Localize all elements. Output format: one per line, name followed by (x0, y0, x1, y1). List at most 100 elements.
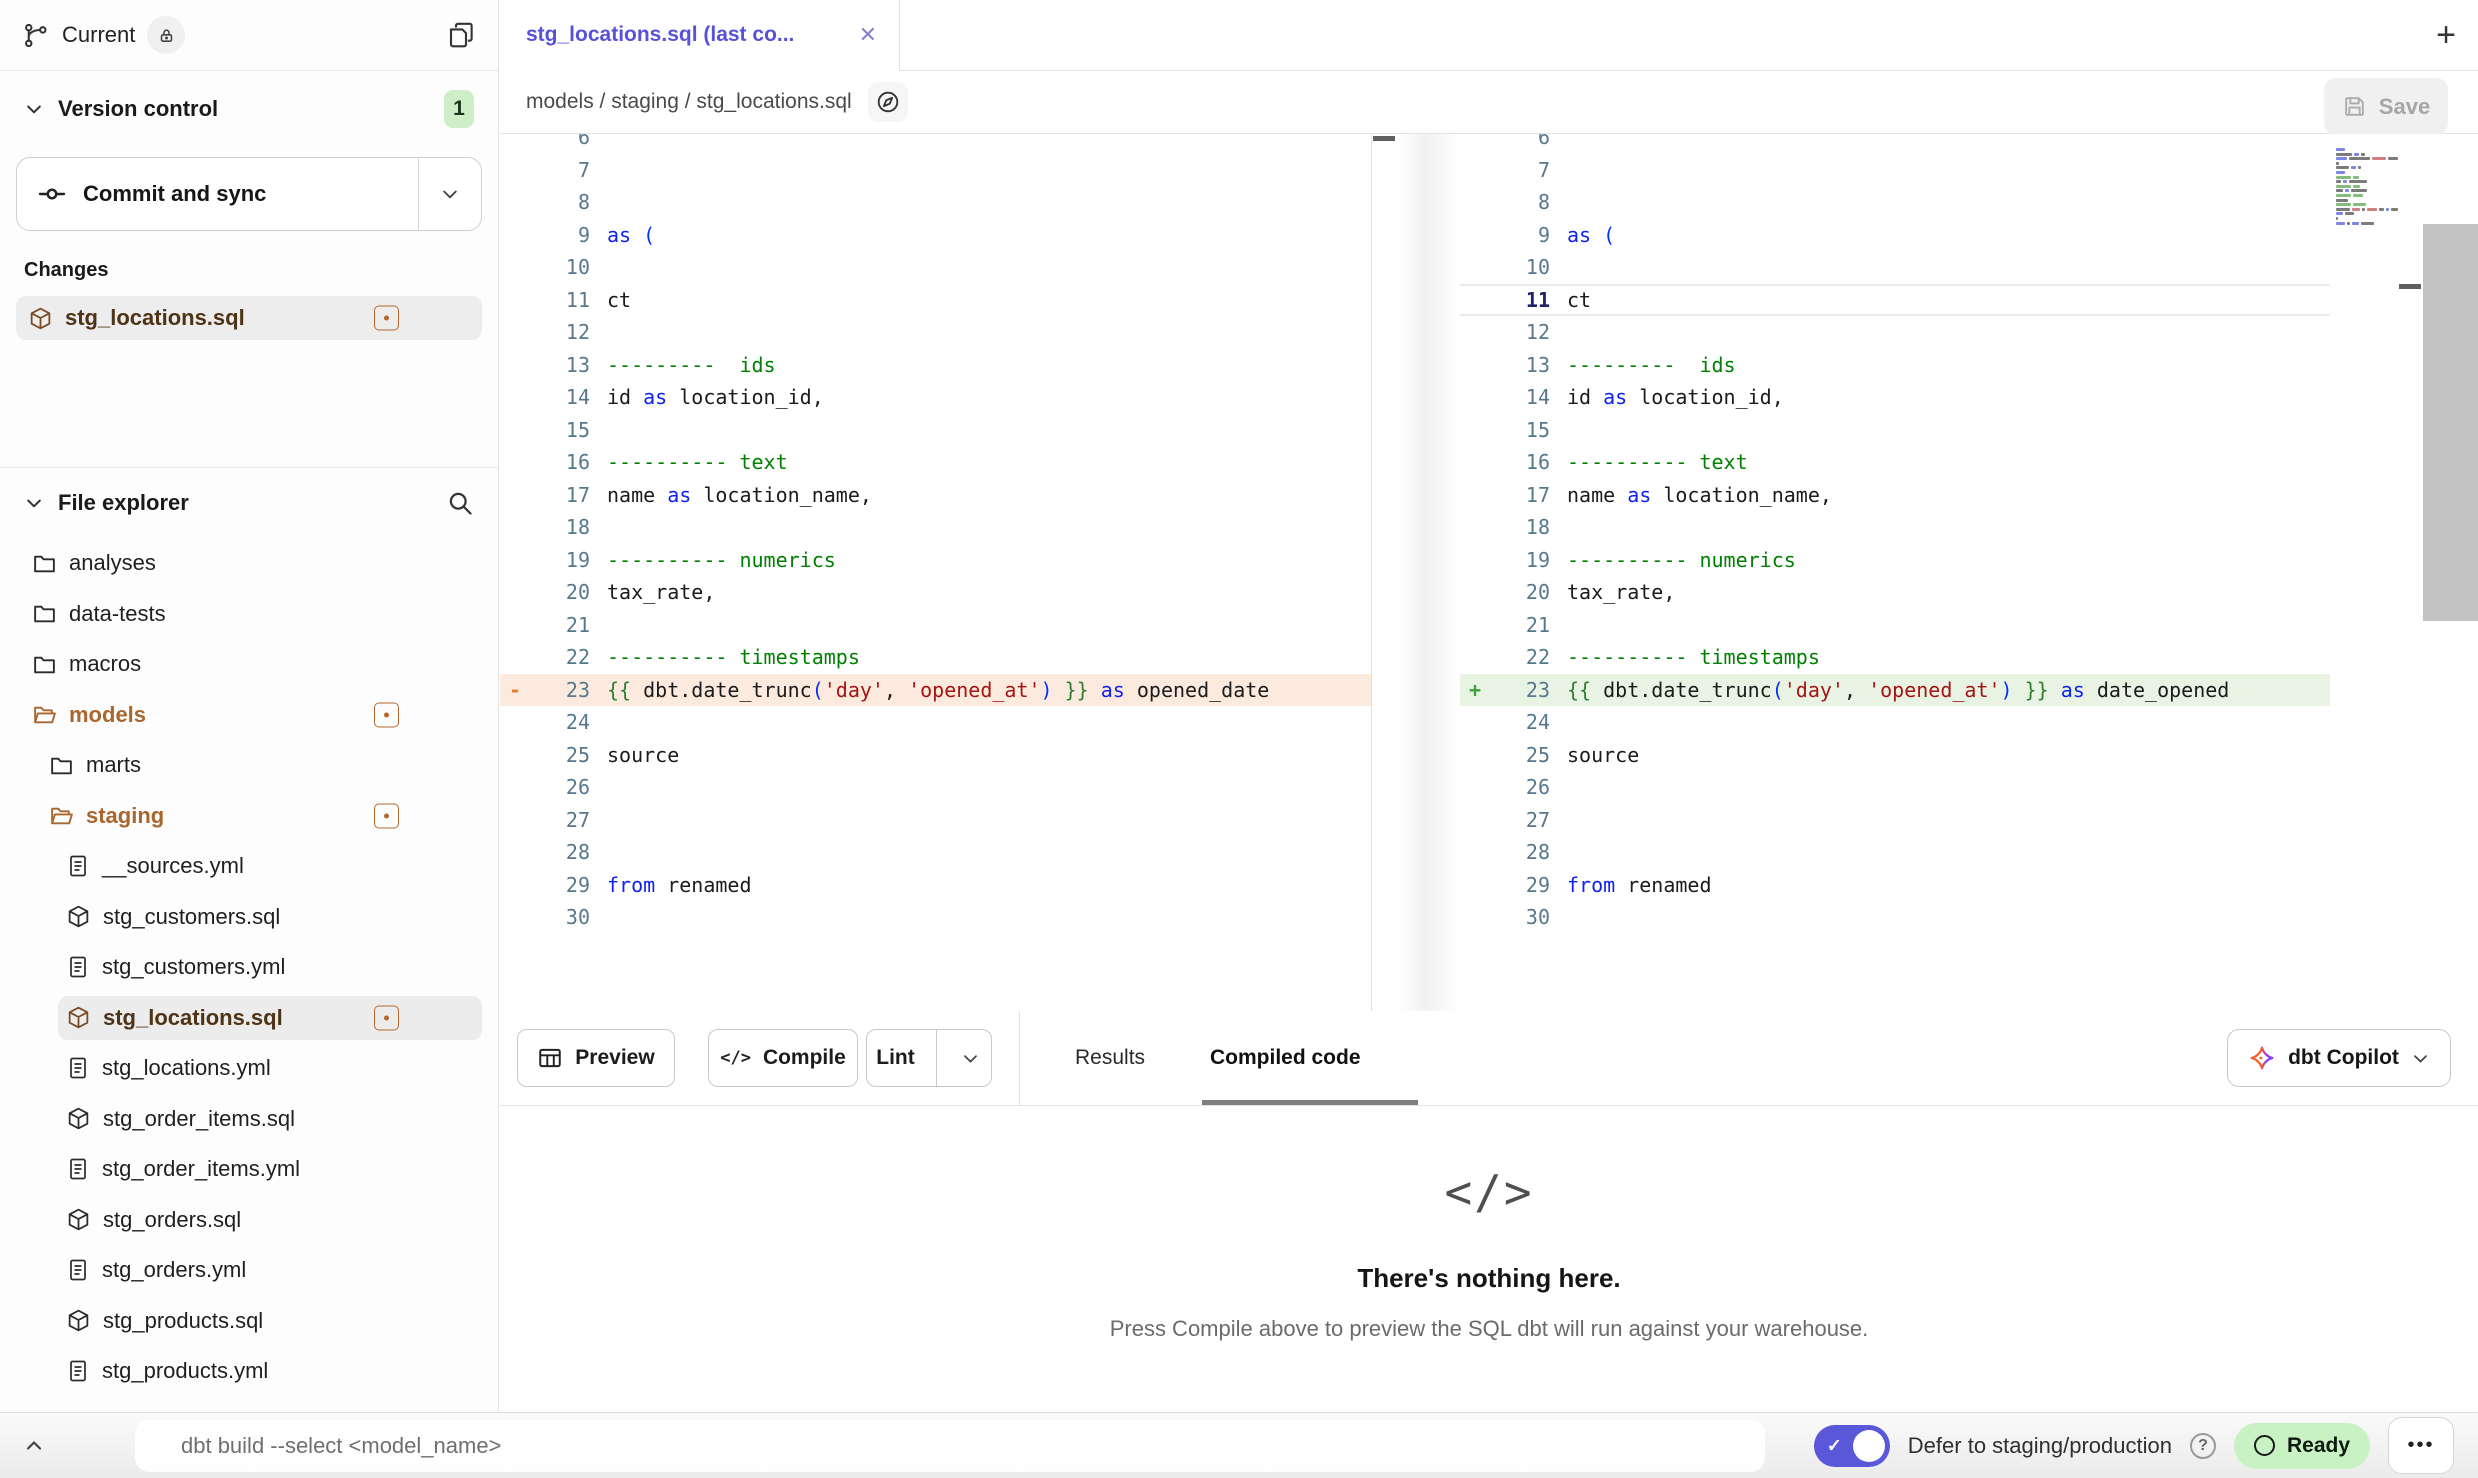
code-text: source (1567, 743, 1639, 767)
file-explorer-item-stg_order_items.sql[interactable]: stg_order_items.sql (16, 1094, 482, 1145)
file-explorer-item-stg_customers.sql[interactable]: stg_customers.sql (16, 892, 482, 943)
command-placeholder: dbt build --select <model_name> (181, 1433, 501, 1459)
diff-pane-modified[interactable]: 6789as (1011ct1213--------- ids14id as l… (1460, 134, 2478, 1011)
code-line-6: 6 (500, 134, 1371, 154)
line-number: 28 (530, 840, 607, 864)
line-number: 6 (530, 134, 607, 149)
minimap-token (2379, 208, 2384, 211)
line-number: 23 (1490, 678, 1567, 702)
code-text: as ( (607, 223, 655, 247)
file-name: marts (86, 752, 141, 778)
file-explorer-item-stg_order_items.yml[interactable]: stg_order_items.yml (16, 1144, 482, 1195)
file-explorer-item-stg_orders.sql[interactable]: stg_orders.sql (16, 1195, 482, 1246)
file-explorer-item-__sources.yml[interactable]: __sources.yml (16, 841, 482, 892)
chevron-down-icon (440, 184, 460, 204)
tab-results[interactable]: Results (1065, 1011, 1155, 1104)
compiled-code-empty-state: </> There's nothing here. Press Compile … (500, 1105, 2478, 1412)
lint-button[interactable]: Lint (867, 1046, 924, 1070)
minimap-token (2336, 148, 2345, 151)
code-text: {{ dbt.date_trunc('day', 'opened_at') }}… (607, 678, 1269, 702)
folder-icon (49, 753, 74, 778)
minimap-token (2362, 208, 2366, 211)
breadcrumb-row: models / staging / stg_locations.sql (500, 70, 2478, 134)
code-line-16: 16---------- text (500, 446, 1371, 479)
more-options-button[interactable]: ••• (2388, 1417, 2454, 1474)
file-explorer-section: File explorer analysesdata-testsmacrosmo… (0, 467, 498, 1412)
folder-open-icon (32, 702, 57, 727)
vertical-scrollbar[interactable] (2423, 224, 2478, 621)
branch-bar[interactable]: Current (0, 0, 498, 71)
tab-stg_locations[interactable]: stg_locations.sql (last co... ✕ (500, 0, 900, 70)
file-explorer-item-stg_products.yml[interactable]: stg_products.yml (16, 1346, 482, 1397)
file-name: stg_products.yml (102, 1358, 268, 1384)
minimap-token (2336, 194, 2351, 197)
commit-options-button[interactable] (419, 158, 481, 230)
code-text: name as location_name, (1567, 483, 1832, 507)
file-explorer-item-staging[interactable]: staging (16, 791, 482, 842)
minimap-token (2336, 208, 2350, 211)
tab-compiled-code[interactable]: Compiled code (1200, 1011, 1371, 1104)
file-explorer-item-models[interactable]: models (16, 690, 482, 741)
file-explorer-item-macros[interactable]: macros (16, 639, 482, 690)
line-number: 30 (1490, 905, 1567, 929)
code-line-16: 16---------- text (1460, 446, 2330, 479)
code-text: {{ dbt.date_trunc('day', 'opened_at') }}… (1567, 678, 2229, 702)
ide-status-badge[interactable]: Ready (2234, 1423, 2370, 1469)
line-number: 27 (530, 808, 607, 832)
help-icon[interactable]: ? (2190, 1433, 2216, 1459)
new-tab-button[interactable]: + (2436, 0, 2456, 70)
line-number: 7 (530, 158, 607, 182)
command-bar-collapse-button[interactable] (22, 1413, 46, 1478)
code-line-8: 8 (1460, 186, 2330, 219)
changes-count-badge: 1 (444, 90, 474, 128)
preview-button[interactable]: Preview (517, 1029, 675, 1087)
code-text: id as location_id, (1567, 385, 1784, 409)
code-line-7: 7 (500, 154, 1371, 187)
version-control-header[interactable]: Version control 1 (0, 71, 498, 147)
file-explorer-item-marts[interactable]: marts (16, 740, 482, 791)
file-icon (66, 1157, 90, 1181)
minimap-token (2336, 171, 2345, 174)
cube-icon (66, 1308, 91, 1333)
tree-row-body: staging (41, 794, 482, 838)
tree-row-body: stg_products.sql (58, 1299, 482, 1343)
minimap-line (2336, 212, 2398, 215)
tree-row-body: macros (24, 642, 482, 686)
minimap-line (2336, 217, 2398, 220)
file-explorer-item-stg_locations.sql[interactable]: stg_locations.sql (16, 993, 482, 1044)
diff-pane-original[interactable]: 6789as (1011ct1213--------- ids14id as l… (500, 134, 1372, 1011)
file-explorer-header[interactable]: File explorer (0, 468, 498, 538)
line-number: 29 (530, 873, 607, 897)
file-explorer-item-stg_customers.yml[interactable]: stg_customers.yml (16, 942, 482, 993)
file-explorer-item-stg_locations.yml[interactable]: stg_locations.yml (16, 1043, 482, 1094)
code-line-11: 11ct (500, 284, 1371, 317)
code-text: ct (1567, 288, 1591, 312)
file-explorer-item-data-tests[interactable]: data-tests (16, 589, 482, 640)
code-line-14: 14id as location_id, (1460, 381, 2330, 414)
dbt-copilot-button[interactable]: dbt Copilot (2227, 1029, 2451, 1087)
defer-toggle[interactable]: ✓ (1814, 1425, 1890, 1467)
minimap[interactable] (2330, 134, 2398, 354)
code-line-26: 26 (1460, 771, 2330, 804)
code-line-12: 12 (500, 316, 1371, 349)
compile-button[interactable]: </> Compile (708, 1029, 858, 1087)
open-in-docs-button[interactable] (868, 82, 908, 122)
save-button[interactable]: Save (2324, 78, 2448, 135)
file-explorer-item-analyses[interactable]: analyses (16, 538, 482, 589)
code-line-10: 10 (1460, 251, 2330, 284)
command-input[interactable]: dbt build --select <model_name> (135, 1420, 1765, 1472)
duplicate-docs-icon[interactable] (446, 20, 476, 50)
changed-file-stg_locations[interactable]: stg_locations.sql (16, 296, 482, 340)
ide-status-label: Ready (2287, 1434, 2350, 1458)
commit-and-sync-button[interactable]: Commit and sync (17, 158, 419, 230)
lint-options-button[interactable] (949, 1049, 991, 1068)
file-explorer-item-stg_products.sql[interactable]: stg_products.sql (16, 1296, 482, 1347)
file-icon (66, 955, 90, 979)
code-line-28: 28 (500, 836, 1371, 869)
search-icon[interactable] (446, 489, 474, 517)
file-icon (66, 1258, 90, 1282)
file-explorer-item-stg_orders.yml[interactable]: stg_orders.yml (16, 1245, 482, 1296)
close-icon[interactable]: ✕ (859, 22, 877, 48)
modified-badge (374, 1005, 399, 1030)
code-text: name as location_name, (607, 483, 872, 507)
